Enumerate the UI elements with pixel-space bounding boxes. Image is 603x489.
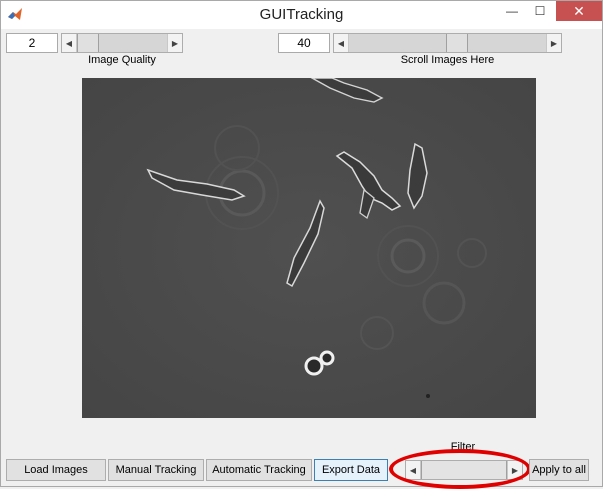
slider-track[interactable] (468, 34, 546, 52)
maximize-button[interactable]: ☐ (526, 1, 554, 21)
export-data-button[interactable]: Export Data (314, 459, 388, 481)
automatic-tracking-button[interactable]: Automatic Tracking (206, 459, 312, 481)
app-window: GUITracking — ☐ ✕ 2 ◀ ▶ Image Quality 40… (0, 0, 603, 489)
slider-thumb[interactable] (446, 34, 468, 52)
slider-right-arrow-icon[interactable]: ▶ (167, 34, 182, 52)
microscopy-image (82, 78, 536, 418)
load-images-button[interactable]: Load Images (6, 459, 106, 481)
slider-right-arrow-icon[interactable]: ▶ (546, 34, 561, 52)
slider-track[interactable] (99, 34, 167, 52)
scroll-images-field[interactable]: 40 (278, 33, 330, 53)
slider-thumb[interactable] (77, 34, 99, 52)
apply-to-all-button[interactable]: Apply to all (529, 459, 589, 481)
close-button[interactable]: ✕ (556, 1, 602, 21)
minimize-button[interactable]: — (498, 1, 526, 21)
cell-image-display[interactable] (82, 78, 536, 418)
image-quality-label: Image Quality (88, 54, 156, 66)
image-quality-field[interactable]: 2 (6, 33, 58, 53)
scroll-images-label: Scroll Images Here (400, 54, 495, 66)
scroll-images-slider[interactable]: ◀ ▶ (333, 33, 562, 53)
slider-left-arrow-icon[interactable]: ◀ (62, 34, 77, 52)
slider-track[interactable] (349, 34, 446, 52)
image-quality-slider[interactable]: ◀ ▶ (61, 33, 183, 53)
filter-highlight-circle (389, 449, 531, 489)
manual-tracking-button[interactable]: Manual Tracking (108, 459, 204, 481)
slider-left-arrow-icon[interactable]: ◀ (334, 34, 349, 52)
title-bar: GUITracking — ☐ ✕ (1, 1, 602, 29)
